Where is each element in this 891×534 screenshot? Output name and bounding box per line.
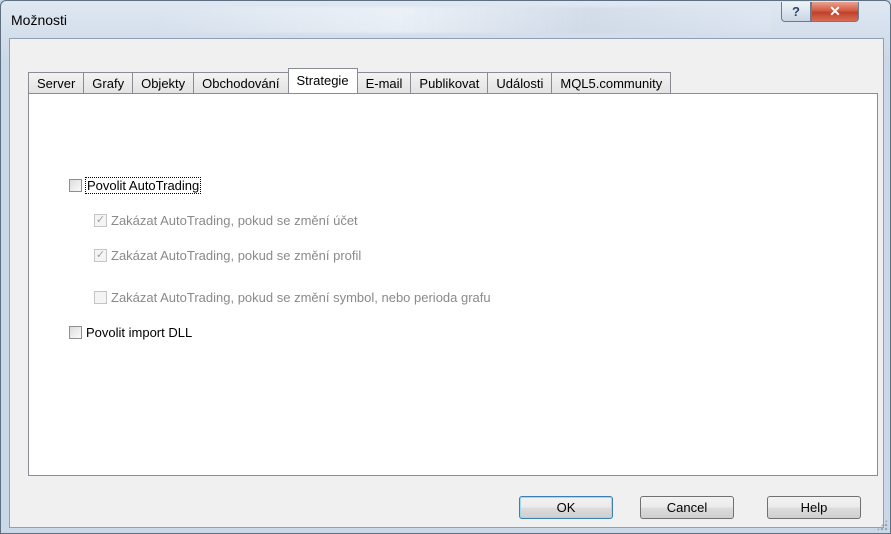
close-glyph: ✕ bbox=[829, 3, 841, 19]
tab-strip: Server Grafy Objekty Obchodování Strateg… bbox=[28, 68, 672, 93]
strategie-panel: Povolit AutoTrading ✓ Zakázat AutoTradin… bbox=[28, 93, 878, 476]
tab-udalosti[interactable]: Události bbox=[487, 72, 553, 93]
disable-on-symbol-change-checkbox bbox=[94, 291, 107, 304]
dialog-client-area: Server Grafy Objekty Obchodování Strateg… bbox=[9, 38, 884, 528]
allow-autotrading-option[interactable]: Povolit AutoTrading bbox=[69, 177, 202, 194]
disable-on-symbol-change-option: Zakázat AutoTrading, pokud se změní symb… bbox=[94, 290, 491, 305]
tab-publikovat[interactable]: Publikovat bbox=[410, 72, 489, 93]
tab-email[interactable]: E-mail bbox=[356, 72, 412, 93]
tab-obchodovani[interactable]: Obchodování bbox=[193, 72, 289, 93]
help-icon[interactable]: ? bbox=[781, 2, 811, 22]
disable-on-account-change-option: ✓ Zakázat AutoTrading, pokud se změní úč… bbox=[94, 213, 358, 228]
ok-button[interactable]: OK bbox=[519, 496, 613, 519]
title-bar[interactable]: Možnosti ? ✕ bbox=[1, 1, 890, 37]
help-glyph: ? bbox=[792, 4, 800, 19]
tab-server[interactable]: Server bbox=[28, 72, 85, 93]
tab-grafy[interactable]: Grafy bbox=[83, 72, 134, 93]
check-icon: ✓ bbox=[95, 214, 106, 226]
tab-objekty[interactable]: Objekty bbox=[132, 72, 195, 93]
allow-autotrading-checkbox[interactable] bbox=[69, 179, 82, 192]
tab-strategie[interactable]: Strategie bbox=[287, 68, 358, 93]
title-bar-glass bbox=[151, 7, 771, 33]
disable-on-account-change-label: Zakázat AutoTrading, pokud se změní účet bbox=[111, 213, 358, 228]
help-button[interactable]: Help bbox=[767, 496, 861, 519]
disable-on-profile-change-checkbox: ✓ bbox=[94, 249, 107, 262]
cancel-button[interactable]: Cancel bbox=[640, 496, 734, 519]
close-icon[interactable]: ✕ bbox=[811, 2, 859, 22]
options-dialog: Možnosti ? ✕ Server Grafy Objekty Obchod… bbox=[0, 0, 891, 534]
check-icon: ✓ bbox=[95, 249, 106, 261]
allow-dll-import-label: Povolit import DLL bbox=[86, 325, 193, 340]
allow-autotrading-label: Povolit AutoTrading bbox=[84, 177, 202, 194]
allow-dll-import-option[interactable]: Povolit import DLL bbox=[69, 325, 192, 340]
allow-dll-import-checkbox[interactable] bbox=[69, 326, 82, 339]
disable-on-account-change-checkbox: ✓ bbox=[94, 214, 107, 227]
dialog-title: Možnosti bbox=[11, 12, 68, 28]
disable-on-profile-change-option: ✓ Zakázat AutoTrading, pokud se změní pr… bbox=[94, 248, 361, 263]
disable-on-symbol-change-label: Zakázat AutoTrading, pokud se změní symb… bbox=[111, 290, 491, 305]
tab-mql5-community[interactable]: MQL5.community bbox=[551, 72, 672, 93]
disable-on-profile-change-label: Zakázat AutoTrading, pokud se změní prof… bbox=[111, 248, 362, 263]
